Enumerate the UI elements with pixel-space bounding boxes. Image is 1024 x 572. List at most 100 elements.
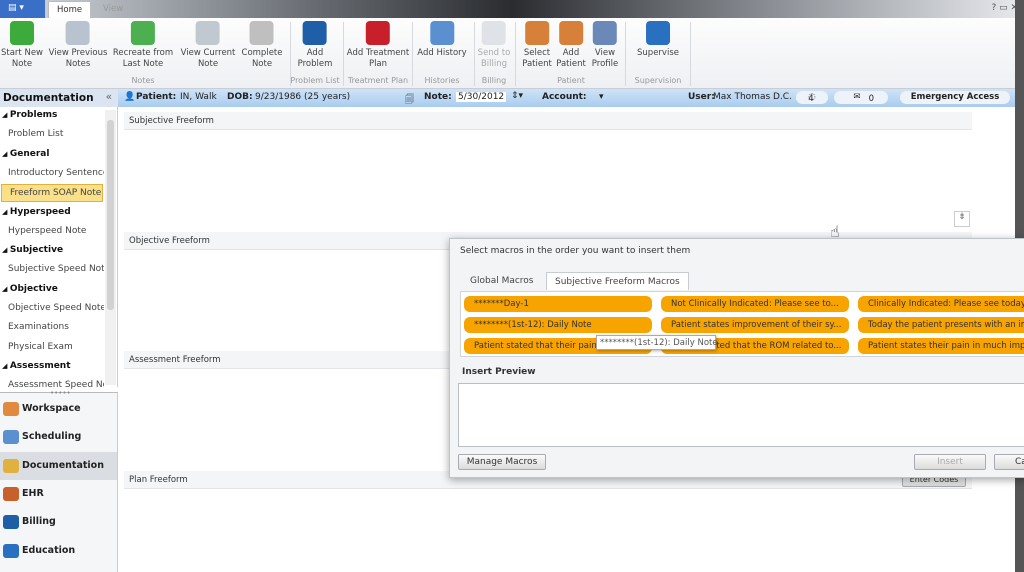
patient-name: IN, Walk (180, 92, 217, 102)
ribbon-button-add-treatment-plan[interactable]: Add Treatment Plan (347, 21, 409, 70)
ribbon-button-label: Supervise (637, 48, 679, 58)
sidebar-item[interactable]: Physical Exam (0, 339, 104, 357)
view-current-note-icon (196, 21, 220, 45)
nav-documentation[interactable]: Documentation (0, 451, 117, 480)
nav-label: Workspace (22, 403, 81, 414)
module-nav: ••••• Workspace Scheduling Documentation EHR… (0, 389, 118, 572)
insert-button[interactable]: Insert (914, 454, 986, 470)
sidebar-item[interactable]: Problem List (0, 126, 104, 144)
ribbon-button-label: Add Treatment Plan (346, 48, 410, 69)
nav-label: Scheduling (22, 431, 82, 443)
start-new-note-icon (9, 21, 34, 45)
sidebar-header: Documentation « (0, 89, 118, 107)
sidebar-item-label: Examinations (8, 322, 69, 333)
insert-preview-box[interactable] (458, 383, 1024, 447)
user-label: User: (688, 92, 715, 102)
dock-icon[interactable]: ⇟ (954, 211, 970, 227)
sidebar-item-label: Problem List (8, 129, 64, 140)
ribbon-button-start-new-note[interactable]: Start New Note (1, 21, 43, 70)
supervise-icon (645, 21, 670, 45)
ribbon-button-label: View Profile (591, 48, 619, 69)
account-label: Account: (542, 92, 587, 102)
sidebar-scroll-thumb[interactable] (107, 120, 114, 310)
collapse-icon[interactable]: « (106, 91, 112, 103)
ribbon-button-label: Select Patient (522, 48, 552, 69)
sidebar-item[interactable]: Objective Speed Note (0, 300, 104, 318)
ribbon-button-view-current-note[interactable]: View Current Note (180, 21, 236, 70)
messages-badge[interactable]: ✉ 0 (834, 91, 888, 104)
ribbon-separator (474, 22, 475, 86)
sidebar-group[interactable]: ◢ Objective (0, 281, 104, 299)
ribbon-button-select-patient[interactable]: Select Patient (522, 21, 552, 70)
dialog-title: Select macros in the order you want to i… (460, 246, 691, 256)
ehr-icon (3, 486, 19, 501)
sidebar-group[interactable]: ◢ Assessment (0, 358, 104, 376)
ribbon-separator (625, 22, 626, 86)
nav-label: Education (22, 544, 76, 556)
sidebar-item[interactable]: Freeform SOAP Note (1, 184, 103, 203)
education-icon (3, 543, 19, 558)
macro-button[interactable]: Not Clinically Indicated: Please see to.… (661, 296, 849, 312)
sidebar-item[interactable]: Examinations (0, 319, 104, 337)
cancel-button[interactable]: Cancel (994, 454, 1024, 470)
tab-subjective-freeform-macros[interactable]: Subjective Freeform Macros (546, 272, 689, 290)
hand-cursor-icon: ☝ (830, 222, 840, 241)
macro-button[interactable]: Patient states their pain in much impr..… (858, 338, 1024, 354)
account-dropdown[interactable]: ▾ (599, 92, 604, 102)
ribbon-button-view-previous-notes[interactable]: View Previous Notes (49, 21, 107, 70)
ribbon-button-label: Recreate from Last Note (112, 48, 174, 69)
scheduling-icon (3, 430, 19, 445)
sidebar-item-label: Problems (9, 110, 58, 120)
nav-workspace[interactable]: Workspace (0, 395, 117, 423)
documentation-icon (3, 458, 19, 473)
insert-preview-label: Insert Preview (462, 367, 536, 377)
emergency-access-toggle[interactable]: Emergency Access (900, 91, 1010, 104)
note-icon: 🗐 (405, 95, 414, 105)
ribbon-button-add-history[interactable]: Add History (417, 21, 467, 59)
nav-label: Billing (22, 516, 56, 528)
patient-icon: 👤 (124, 92, 136, 102)
ribbon-button-complete-note[interactable]: Complete Note (242, 21, 282, 70)
sidebar-group[interactable]: ◢ Subjective (0, 242, 104, 260)
macro-button[interactable]: Today the patient presents with an im... (858, 317, 1024, 333)
macro-button[interactable]: Clinically Indicated: Please see today's… (858, 296, 1024, 312)
tab-view[interactable]: View (95, 1, 131, 18)
ribbon-button-add-problem[interactable]: Add Problem (297, 21, 333, 70)
sidebar-item[interactable]: Subjective Speed Note (0, 261, 104, 279)
note-date-field[interactable]: 5/30/2012 (456, 92, 507, 102)
macro-button[interactable]: *******Day-1 (464, 296, 652, 312)
ribbon-button-send-to-billing[interactable]: Send to Billing (478, 21, 510, 70)
sidebar-group[interactable]: ◢ Problems (0, 107, 104, 125)
ribbon-button-view-profile[interactable]: View Profile (592, 21, 618, 70)
tab-global-macros[interactable]: Global Macros (462, 272, 542, 290)
nav-ehr[interactable]: EHR (0, 480, 117, 508)
user-name: Max Thomas D.C. (713, 92, 792, 102)
ribbon: Start New Note View Previous Notes Recreat… (0, 18, 1024, 89)
patient-info-bar: 👤 Patient: IN, Walk DOB: 9/23/1986 (25 y… (118, 89, 1016, 107)
ribbon-button-label: Add Problem (297, 48, 333, 69)
macro-button[interactable]: Patient states improvement of their sy..… (661, 317, 849, 333)
manage-macros-button[interactable]: Manage Macros (458, 454, 546, 470)
macro-button[interactable]: ********(1st-12): Daily Note (464, 317, 652, 333)
ribbon-button-add-patient[interactable]: Add Patient (556, 21, 586, 70)
date-spinner[interactable]: ⇕▾ (511, 91, 523, 101)
ribbon-button-supervise[interactable]: Supervise (637, 21, 679, 59)
nav-education[interactable]: Education (0, 537, 117, 565)
dob-value: 9/23/1986 (25 years) (255, 92, 351, 102)
tasks-badge[interactable]: 4 ◌ (796, 91, 828, 104)
sidebar-group[interactable]: ◢ General (0, 146, 104, 164)
sidebar-item-label: Subjective Speed Note (8, 264, 104, 275)
nav-billing[interactable]: Billing (0, 508, 117, 536)
recreate-note-icon (131, 21, 155, 45)
nav-scheduling[interactable]: Scheduling (0, 423, 117, 451)
sidebar-group[interactable]: ◢ Hyperspeed (0, 204, 104, 222)
ribbon-button-recreate-from-last-note[interactable]: Recreate from Last Note (113, 21, 173, 70)
sidebar-item[interactable]: Hyperspeed Note (0, 223, 104, 241)
select-patient-icon (524, 21, 549, 45)
app-menu-button[interactable]: ▤ ▾ (0, 0, 45, 18)
sidebar-item-label: Objective Speed Note (8, 303, 104, 313)
sidebar-item[interactable]: Introductory Sentence (0, 165, 104, 183)
section-header-subjective-freeform: Subjective Freeform (124, 112, 972, 130)
ribbon-button-label: View Current Note (180, 48, 236, 69)
tab-home[interactable]: Home (48, 1, 92, 18)
